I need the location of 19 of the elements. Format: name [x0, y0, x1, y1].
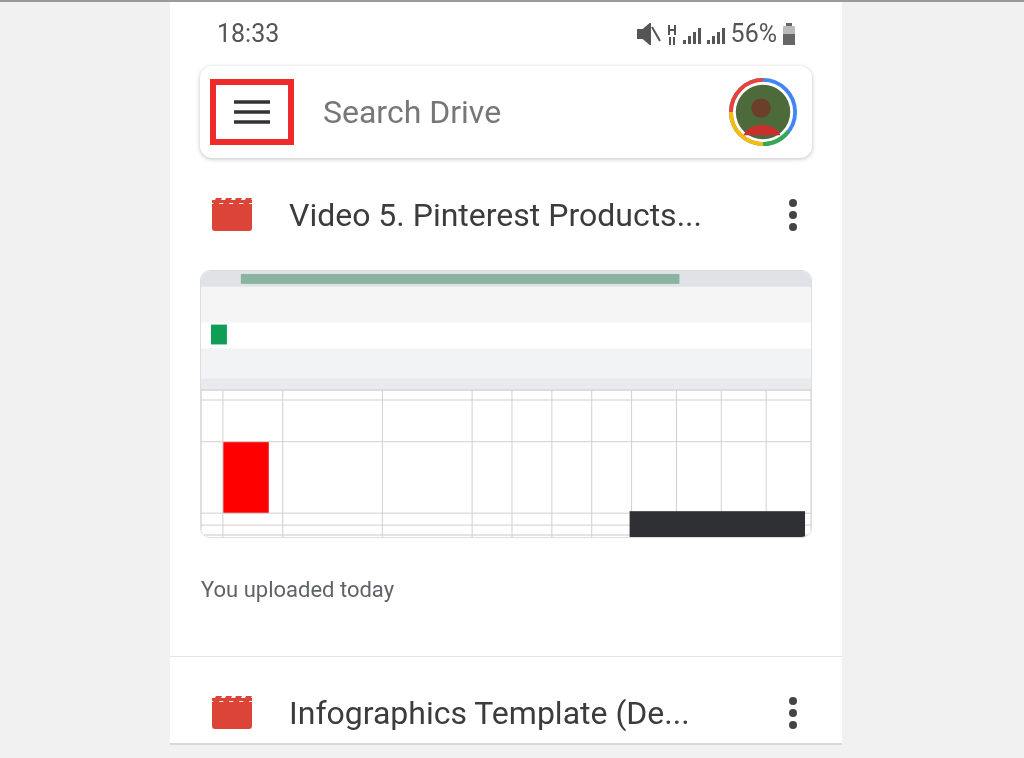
search-field[interactable]: Search Drive	[322, 87, 728, 136]
avatar[interactable]	[727, 75, 798, 148]
more-options-icon[interactable]	[788, 198, 798, 231]
mobile-data-icon	[666, 22, 677, 45]
battery-percentage: 56%	[730, 18, 777, 51]
file-title: Infographics Template (De...	[289, 693, 691, 735]
battery-icon	[783, 22, 795, 45]
file-row[interactable]: Infographics Template (De...	[170, 683, 842, 743]
file-title: Video 5. Pinterest Products...	[289, 194, 703, 236]
menu-button[interactable]	[210, 78, 294, 145]
more-options-icon[interactable]	[788, 697, 798, 730]
section-label: You uploaded today	[201, 575, 396, 604]
mute-icon	[636, 22, 661, 45]
status-time: 18:33	[217, 18, 280, 51]
video-file-icon	[210, 696, 254, 731]
video-file-icon	[210, 197, 254, 232]
file-row[interactable]: Video 5. Pinterest Products...	[170, 184, 842, 245]
search-bar[interactable]: Search Drive	[200, 65, 812, 158]
menu-icon	[234, 99, 270, 124]
